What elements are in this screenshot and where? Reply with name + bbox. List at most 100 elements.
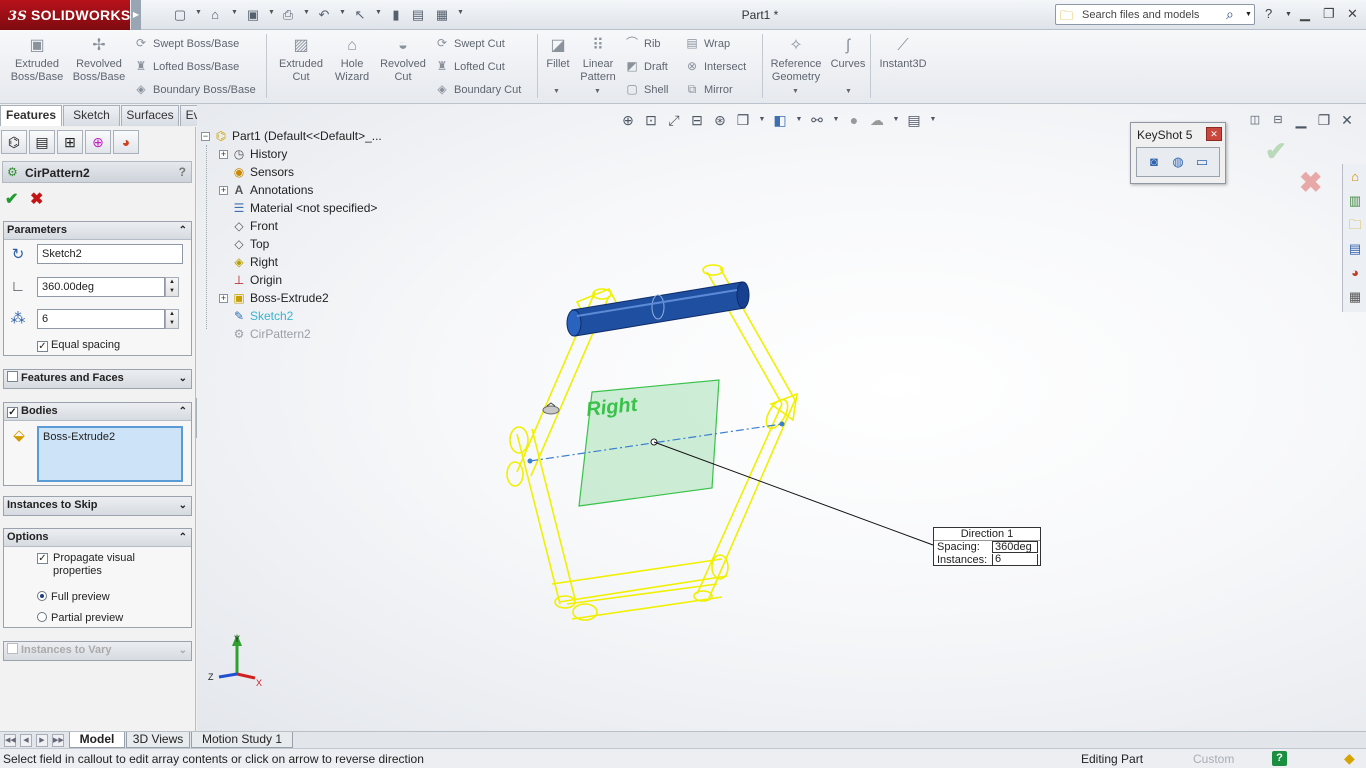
- fillet-dropdown-icon[interactable]: ▼: [553, 88, 560, 95]
- instances-spinner[interactable]: ▲ ▼: [165, 309, 179, 329]
- radio-unselected-icon[interactable]: [37, 612, 47, 622]
- hole-wizard-button[interactable]: ⌂ Hole Wizard: [330, 36, 374, 84]
- checkbox-unchecked-icon[interactable]: [7, 371, 18, 382]
- home-icon[interactable]: ⌂: [1346, 168, 1364, 186]
- close-icon[interactable]: ✕: [1347, 6, 1358, 22]
- options-dropdown-icon[interactable]: ▼: [457, 9, 464, 16]
- propagate-visual-properties-checkbox[interactable]: ✓ Propagate visual properties: [37, 552, 157, 578]
- wrap-button[interactable]: ▤ Wrap: [684, 34, 730, 52]
- instances-input[interactable]: 6: [37, 309, 165, 329]
- keyshot-update-icon[interactable]: ◍: [1169, 154, 1187, 170]
- revolved-cut-button[interactable]: ◒ Revolved Cut: [376, 36, 430, 84]
- help-icon[interactable]: ?: [1265, 6, 1272, 21]
- reference-geometry-button[interactable]: ✧ Reference Geometry: [766, 36, 826, 84]
- print-icon[interactable]: ⎙: [280, 7, 296, 23]
- rib-button[interactable]: ⌒ Rib: [624, 34, 661, 52]
- undo-dropdown-icon[interactable]: ▼: [339, 9, 346, 16]
- new-document-icon[interactable]: ▢: [172, 7, 188, 23]
- direction-callout[interactable]: Direction 1 Spacing: 360deg Instances: 6: [933, 527, 1041, 566]
- select-icon[interactable]: ↖: [352, 7, 368, 23]
- graphics-area[interactable]: ⊕ ⊡ ⤢ ⊟ ⊛ ❒ ▼ ◧ ▼ ⚯ ▼ ● ☁ ▼ ▤ ▼ ◫ ⊟ ▁ ❐ …: [197, 104, 1366, 731]
- angle-spinner[interactable]: ▲ ▼: [165, 277, 179, 297]
- partial-preview-radio[interactable]: Partial preview: [37, 612, 123, 624]
- reference-geometry-dropdown-icon[interactable]: ▼: [792, 88, 799, 95]
- checkbox-checked-icon[interactable]: ✓: [7, 407, 18, 418]
- instances-to-skip-header[interactable]: Instances to Skip ⌄: [4, 497, 191, 515]
- restore-icon[interactable]: ❐: [1323, 6, 1335, 22]
- file-properties-icon[interactable]: ▤: [410, 7, 426, 23]
- help-dropdown-icon[interactable]: ▼: [1285, 11, 1292, 18]
- status-units[interactable]: Custom: [1193, 752, 1234, 766]
- configuration-manager-tab-icon[interactable]: ⊞: [57, 130, 83, 154]
- design-library-icon[interactable]: ▥: [1346, 192, 1364, 210]
- draft-button[interactable]: ◩ Draft: [624, 57, 668, 75]
- lofted-cut-button[interactable]: ♜ Lofted Cut: [434, 57, 505, 75]
- collapse-chevron-icon[interactable]: ⌃: [179, 222, 187, 239]
- save-dropdown-icon[interactable]: ▼: [268, 9, 275, 16]
- revolved-boss-button[interactable]: ✢ Revolved Boss/Base: [70, 36, 128, 84]
- rebuild-tip-icon[interactable]: ◆: [1344, 750, 1360, 766]
- linear-pattern-button[interactable]: ⠿ Linear Pattern: [577, 36, 619, 84]
- tab-model[interactable]: Model: [69, 732, 125, 748]
- open-icon[interactable]: ⌂: [207, 7, 223, 23]
- pattern-axis-icon[interactable]: ↻: [7, 244, 29, 266]
- status-help-icon[interactable]: ?: [1272, 751, 1287, 766]
- features-and-faces-header[interactable]: Features and Faces ⌄: [4, 370, 191, 388]
- keyshot-render-icon[interactable]: ◙: [1145, 154, 1163, 170]
- intersect-button[interactable]: ⊗ Intersect: [684, 57, 746, 75]
- fillet-button[interactable]: ◪ Fillet: [541, 36, 575, 71]
- swept-boss-button[interactable]: ⟳ Swept Boss/Base: [133, 34, 239, 52]
- options-icon[interactable]: ▦: [434, 7, 450, 23]
- new-dropdown-icon[interactable]: ▼: [195, 9, 202, 16]
- mirror-button[interactable]: ⧉ Mirror: [684, 80, 733, 98]
- first-tab-icon[interactable]: ◀◀: [4, 734, 16, 747]
- appearances-icon[interactable]: ◕: [1346, 264, 1364, 282]
- tab-surfaces[interactable]: Surfaces: [121, 105, 179, 126]
- keyshot-close-icon[interactable]: ✕: [1206, 127, 1222, 141]
- shell-button[interactable]: ▢ Shell: [624, 80, 668, 98]
- callout-spacing-value[interactable]: 360deg: [992, 541, 1038, 553]
- curves-button[interactable]: ʃ Curves: [828, 36, 868, 71]
- minimize-icon[interactable]: ▁: [1300, 6, 1310, 22]
- print-dropdown-icon[interactable]: ▼: [303, 9, 310, 16]
- dimxpert-tab-icon[interactable]: ⊕: [85, 130, 111, 154]
- list-item[interactable]: Boss-Extrude2: [43, 431, 115, 443]
- feature-manager-tab-icon[interactable]: ⌬: [1, 130, 27, 154]
- keyshot-open-icon[interactable]: ▭: [1193, 154, 1211, 170]
- extruded-cut-button[interactable]: ▨ Extruded Cut: [274, 36, 328, 84]
- angle-input[interactable]: 360.00deg: [37, 277, 165, 297]
- tab-3d-views[interactable]: 3D Views: [126, 732, 190, 748]
- instant3d-button[interactable]: ⟋ Instant3D: [874, 36, 932, 71]
- last-tab-icon[interactable]: ▶▶: [52, 734, 64, 747]
- cancel-x-icon[interactable]: ✖: [30, 189, 43, 209]
- tab-features[interactable]: Features: [0, 105, 62, 126]
- checkbox-checked-icon[interactable]: ✓: [37, 553, 48, 564]
- linear-pattern-dropdown-icon[interactable]: ▼: [594, 88, 601, 95]
- curves-dropdown-icon[interactable]: ▼: [845, 88, 852, 95]
- search-input[interactable]: Search files and models: [1082, 9, 1199, 21]
- next-tab-icon[interactable]: ▶: [36, 734, 48, 747]
- view-palette-icon[interactable]: ▤: [1346, 240, 1364, 258]
- swept-cut-button[interactable]: ⟳ Swept Cut: [434, 34, 505, 52]
- equal-spacing-checkbox[interactable]: ✓ Equal spacing: [37, 339, 120, 352]
- file-explorer-icon[interactable]: 🗀: [1346, 216, 1364, 234]
- extruded-boss-button[interactable]: ▣ Extruded Boss/Base: [8, 36, 66, 84]
- prev-tab-icon[interactable]: ◀: [20, 734, 32, 747]
- full-preview-radio[interactable]: Full preview: [37, 591, 110, 603]
- select-dropdown-icon[interactable]: ▼: [375, 9, 382, 16]
- tab-motion-study[interactable]: Motion Study 1: [191, 732, 293, 748]
- confirmation-cancel-icon[interactable]: ✖: [1299, 166, 1322, 199]
- ok-check-icon[interactable]: ✔: [5, 189, 18, 209]
- solidworks-logo[interactable]: 3S SOLIDWORKS: [0, 0, 130, 30]
- boundary-boss-button[interactable]: ◈ Boundary Boss/Base: [133, 80, 255, 98]
- boundary-cut-button[interactable]: ◈ Boundary Cut: [434, 80, 521, 98]
- expand-chevron-icon[interactable]: ⌄: [179, 642, 187, 659]
- radio-selected-icon[interactable]: [37, 591, 47, 601]
- menu-expand-arrow[interactable]: ▶: [131, 0, 141, 30]
- checkbox-checked-icon[interactable]: ✓: [37, 341, 48, 352]
- help-icon[interactable]: ?: [179, 165, 186, 179]
- checkbox-unchecked-icon[interactable]: [7, 643, 18, 654]
- display-manager-tab-icon[interactable]: ◕: [113, 130, 139, 154]
- confirmation-ok-icon[interactable]: ✔: [1265, 136, 1287, 167]
- tab-sketch[interactable]: Sketch: [63, 105, 120, 126]
